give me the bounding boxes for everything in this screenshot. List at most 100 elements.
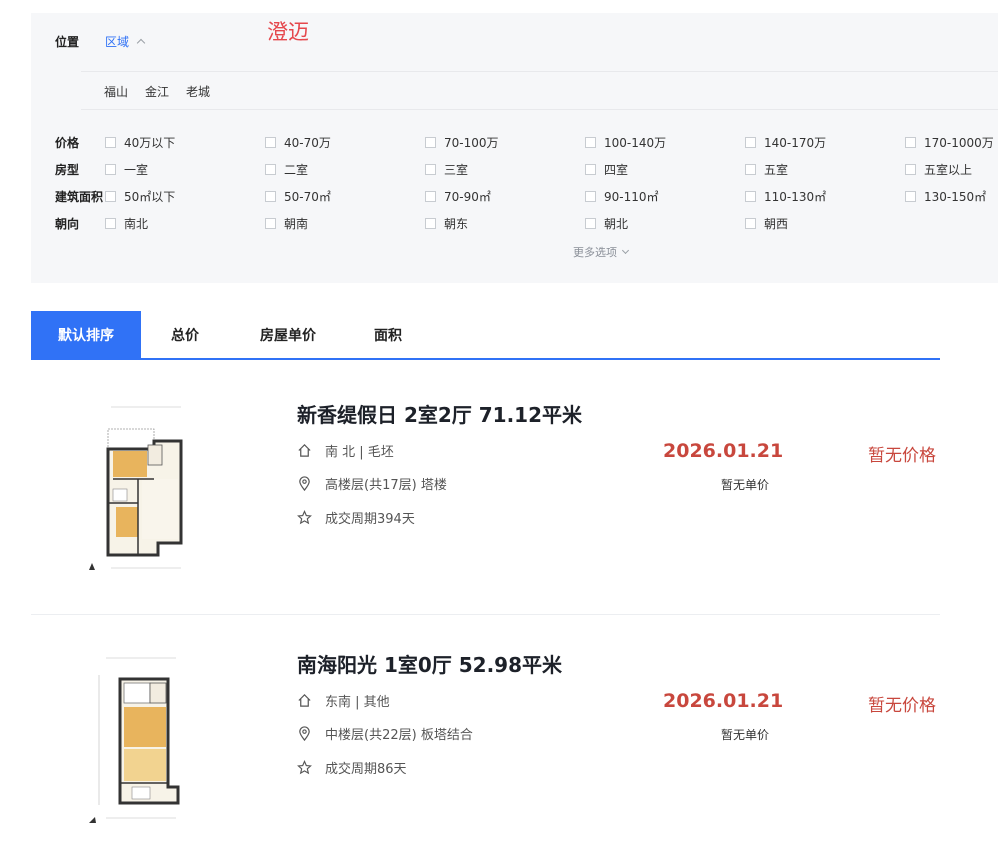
orientation-option[interactable]: 朝南 bbox=[265, 215, 308, 232]
price-option[interactable]: 40万以下 bbox=[105, 134, 175, 151]
checkbox[interactable] bbox=[745, 191, 756, 202]
location-row: 位置 区域 bbox=[55, 33, 146, 50]
star-icon bbox=[297, 760, 312, 775]
area-option[interactable]: 50㎡以下 bbox=[105, 188, 175, 205]
area-option[interactable]: 110-130㎡ bbox=[745, 188, 826, 205]
checkbox[interactable] bbox=[585, 164, 596, 175]
cycle-info: 成交周期394天 bbox=[297, 508, 415, 527]
sort-tabs: 默认排序 总价 房屋单价 面积 bbox=[31, 311, 940, 360]
checkbox[interactable] bbox=[905, 164, 916, 175]
checkbox[interactable] bbox=[425, 137, 436, 148]
price-option[interactable]: 100-140万 bbox=[585, 134, 666, 151]
layout-option[interactable]: 四室 bbox=[585, 161, 628, 178]
checkbox[interactable] bbox=[105, 191, 116, 202]
checkbox[interactable] bbox=[265, 164, 276, 175]
tab-default-sort[interactable]: 默认排序 bbox=[31, 311, 141, 358]
house-info: 东南 | 其他 bbox=[297, 691, 390, 710]
region-toggle[interactable]: 区域 bbox=[105, 33, 146, 50]
star-icon bbox=[297, 510, 312, 525]
checkbox[interactable] bbox=[265, 191, 276, 202]
location-label: 位置 bbox=[55, 34, 80, 49]
listing-item: 新香缇假日 2室2厅 71.12平米 南 北 | 毛坯 高楼层(共17层) 塔楼… bbox=[31, 403, 940, 615]
option-label: 朝北 bbox=[604, 217, 629, 231]
cycle-info: 成交周期86天 bbox=[297, 758, 407, 777]
region-name: 澄迈 bbox=[267, 20, 309, 44]
checkbox[interactable] bbox=[265, 137, 276, 148]
orientation-option[interactable]: 朝北 bbox=[585, 215, 628, 232]
checkbox[interactable] bbox=[265, 218, 276, 229]
checkbox[interactable] bbox=[745, 137, 756, 148]
area-fushan[interactable]: 福山 bbox=[104, 83, 128, 100]
layout-option[interactable]: 二室 bbox=[265, 161, 308, 178]
filter-panel: 位置 区域 福山 金江 老城 价格 40万以下 40-70万 70-100万 1… bbox=[31, 13, 998, 283]
listing-title[interactable]: 新香缇假日 2室2厅 71.12平米 bbox=[297, 399, 582, 428]
checkbox[interactable] bbox=[905, 137, 916, 148]
checkbox[interactable] bbox=[745, 164, 756, 175]
option-label: 50㎡以下 bbox=[124, 190, 176, 204]
option-label: 四室 bbox=[604, 163, 629, 177]
area-option[interactable]: 70-90㎡ bbox=[425, 188, 491, 205]
listing-item: 南海阳光 1室0厅 52.98平米 东南 | 其他 中楼层(共22层) 板塔结合… bbox=[31, 653, 940, 841]
price-option[interactable]: 40-70万 bbox=[265, 134, 331, 151]
listing-title[interactable]: 南海阳光 1室0厅 52.98平米 bbox=[297, 649, 562, 678]
checkbox[interactable] bbox=[425, 164, 436, 175]
price-option[interactable]: 70-100万 bbox=[425, 134, 499, 151]
option-label: 朝南 bbox=[284, 217, 309, 231]
price-option[interactable]: 170-1000万 bbox=[905, 134, 994, 151]
area-laocheng[interactable]: 老城 bbox=[186, 83, 210, 100]
area-option[interactable]: 130-150㎡ bbox=[905, 188, 986, 205]
layout-option[interactable]: 三室 bbox=[425, 161, 468, 178]
price-option[interactable]: 140-170万 bbox=[745, 134, 826, 151]
option-label: 100-140万 bbox=[604, 136, 667, 150]
orientation-label: 朝向 bbox=[55, 216, 80, 231]
option-label: 五室 bbox=[764, 163, 789, 177]
layout-option[interactable]: 五室 bbox=[745, 161, 788, 178]
region-toggle-label: 区域 bbox=[105, 34, 130, 49]
orientation-option[interactable]: 朝东 bbox=[425, 215, 468, 232]
checkbox[interactable] bbox=[745, 218, 756, 229]
checkbox[interactable] bbox=[105, 164, 116, 175]
option-label: 110-130㎡ bbox=[764, 190, 827, 204]
option-label: 朝西 bbox=[764, 217, 789, 231]
checkbox[interactable] bbox=[585, 137, 596, 148]
area-option[interactable]: 90-110㎡ bbox=[585, 188, 659, 205]
area-label: 建筑面积 bbox=[55, 189, 104, 204]
checkbox[interactable] bbox=[425, 218, 436, 229]
option-label: 三室 bbox=[444, 163, 469, 177]
orientation-option[interactable]: 南北 bbox=[105, 215, 148, 232]
layout-option[interactable]: 五室以上 bbox=[905, 161, 972, 178]
floor-plan-image[interactable] bbox=[86, 655, 196, 827]
divider bbox=[81, 109, 998, 110]
floor-info: 高楼层(共17层) 塔楼 bbox=[297, 474, 447, 493]
checkbox[interactable] bbox=[105, 137, 116, 148]
house-icon bbox=[298, 444, 311, 457]
checkbox[interactable] bbox=[585, 218, 596, 229]
checkbox[interactable] bbox=[105, 218, 116, 229]
layout-filter-row: 房型 bbox=[55, 161, 105, 177]
checkbox[interactable] bbox=[585, 191, 596, 202]
tab-unit-price[interactable]: 房屋单价 bbox=[229, 311, 347, 358]
option-label: 50-70㎡ bbox=[284, 190, 331, 204]
area-option[interactable]: 50-70㎡ bbox=[265, 188, 331, 205]
floor-info: 中楼层(共22层) 板塔结合 bbox=[297, 724, 473, 743]
chevron-down-icon bbox=[621, 246, 630, 255]
option-label: 140-170万 bbox=[764, 136, 827, 150]
cycle-text: 成交周期86天 bbox=[325, 762, 407, 777]
area-jinjiang[interactable]: 金江 bbox=[145, 83, 169, 100]
tab-total-price[interactable]: 总价 bbox=[141, 311, 229, 358]
floor-plan-image[interactable] bbox=[86, 405, 196, 577]
price-filter-row: 价格 bbox=[55, 134, 105, 150]
area-list: 福山 金江 老城 bbox=[104, 83, 210, 100]
option-label: 一室 bbox=[124, 163, 149, 177]
option-label: 朝东 bbox=[444, 217, 469, 231]
tab-area[interactable]: 面积 bbox=[347, 311, 429, 358]
layout-option[interactable]: 一室 bbox=[105, 161, 148, 178]
floor-text: 高楼层(共17层) 塔楼 bbox=[325, 478, 447, 493]
orientation-option[interactable]: 朝西 bbox=[745, 215, 788, 232]
checkbox[interactable] bbox=[425, 191, 436, 202]
more-options-button[interactable]: 更多选项 bbox=[573, 244, 630, 260]
location-pin-icon bbox=[299, 476, 310, 491]
layout-label: 房型 bbox=[55, 162, 80, 177]
house-info: 南 北 | 毛坯 bbox=[297, 441, 394, 460]
checkbox[interactable] bbox=[905, 191, 916, 202]
